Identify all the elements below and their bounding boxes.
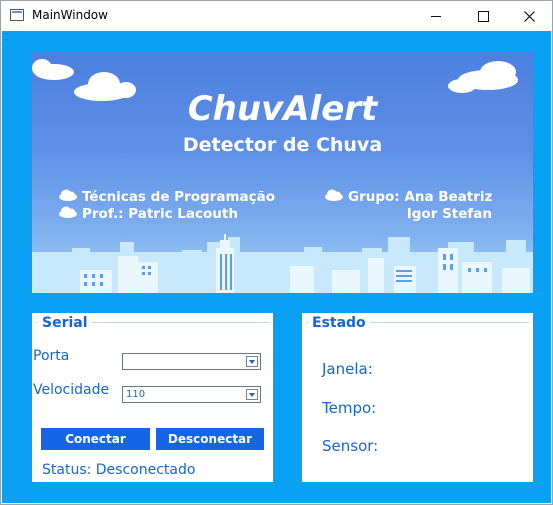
dropdown-arrow-icon[interactable] [246, 389, 258, 400]
speed-label: Velocidade [33, 382, 110, 398]
app-banner: ChuvAlert Detector de Chuva Técnicas de … [32, 52, 533, 293]
dropdown-arrow-icon[interactable] [246, 356, 258, 367]
main-window: MainWindow · · ChuvAlert Detector de Chu… [0, 0, 553, 505]
maximize-button[interactable] [460, 1, 506, 31]
close-button[interactable] [506, 1, 552, 31]
credit-course-text: Técnicas de Programação [82, 189, 276, 205]
close-icon [523, 10, 535, 22]
connection-status: Status: Desconectado [42, 462, 196, 478]
connect-button[interactable]: Conectar [41, 428, 150, 450]
banner-subtitle: Detector de Chuva [182, 134, 383, 156]
port-combobox[interactable] [122, 353, 261, 370]
window-state-label: Janela: [322, 360, 373, 378]
speed-combobox-value: 110 [126, 389, 146, 400]
speed-combobox[interactable]: 110 [122, 386, 261, 403]
toolbar-handle[interactable]: · · [5, 31, 8, 45]
sensor-label: Sensor: [322, 437, 379, 455]
credit-course: Técnicas de Programação [58, 189, 275, 205]
cloud-icon [325, 189, 343, 201]
disconnect-button[interactable]: Desconectar [156, 428, 264, 450]
cloud-icon [59, 206, 77, 218]
credit-group: Grupo: Ana Beatriz [324, 189, 492, 205]
minimize-icon [431, 15, 441, 17]
credit-member: Igor Stefan [406, 206, 492, 222]
port-label: Porta [33, 348, 70, 364]
estado-group: Estado Janela: Tempo: Sensor: [302, 313, 533, 482]
credit-group-text: Grupo: Ana Beatriz [348, 189, 493, 205]
maximize-icon [477, 10, 489, 22]
serial-group: Serial Porta Velocidade 110 Conectar Des… [32, 313, 273, 482]
app-icon [10, 9, 24, 21]
credit-professor: Prof.: Patric Lacouth [58, 206, 238, 222]
minimize-button[interactable] [413, 1, 459, 31]
credit-professor-text: Prof.: Patric Lacouth [82, 206, 238, 222]
estado-group-title: Estado [308, 315, 370, 331]
serial-group-title: Serial [38, 315, 92, 331]
window-title: MainWindow [32, 8, 108, 22]
title-bar[interactable]: MainWindow [1, 1, 552, 31]
banner-title: ChuvAlert [187, 89, 378, 129]
weather-label: Tempo: [322, 399, 377, 417]
cloud-icon [59, 189, 77, 201]
